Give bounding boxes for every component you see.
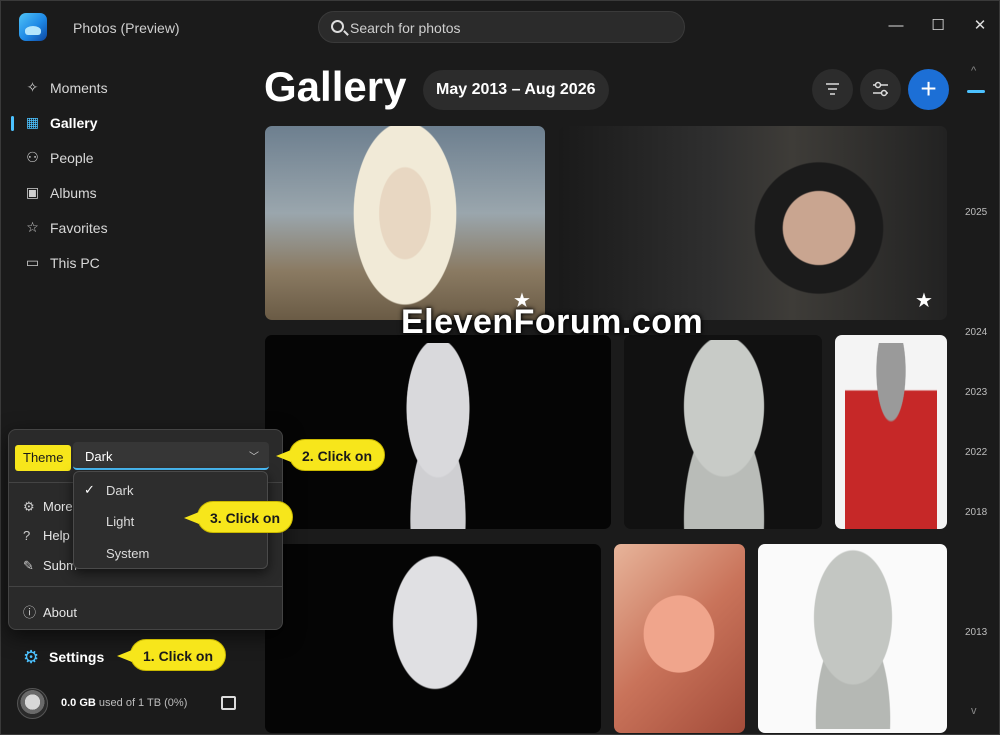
sidebar-item-favorites[interactable]: ☆ Favorites [15,213,215,243]
photo-subject [383,343,493,529]
menu-item-label: More [43,499,73,514]
timeline-year[interactable]: 2023 [965,387,987,398]
more-menu-item[interactable]: ⚙ More [23,499,73,515]
gear-icon: ⚙ [23,499,35,514]
info-icon: ⓘ [23,605,37,620]
search-box[interactable]: Search for photos [318,11,685,43]
photo-subject [365,549,505,733]
help-icon: ? [23,528,31,543]
timeline-year[interactable]: 2025 [965,207,987,218]
storage-used: 0.0 GB [61,697,96,709]
photos-app-icon [19,13,47,41]
sidebar-item-moments[interactable]: ✧ Moments [15,73,215,103]
photo-alien-bust-1[interactable] [624,335,822,529]
timeline-down-icon[interactable]: v [971,705,977,717]
sidebar-item-label: People [50,150,94,166]
about-menu-item[interactable]: ⓘ About [23,602,77,621]
timeline-position-marker[interactable] [967,90,985,93]
settings-label: Settings [49,649,105,665]
callout-step-3: 3. Click on [183,501,294,533]
settings-button[interactable]: ⚙ Settings [23,646,143,668]
timeline-year[interactable]: 2018 [965,507,987,518]
search-placeholder[interactable]: Search for photos [350,20,461,36]
help-menu-item[interactable]: ? Help [23,528,70,543]
photo-man-in-hat[interactable]: ★ [559,126,947,320]
sidebar-item-label: Moments [50,80,108,96]
sidebar-item-label: Favorites [50,220,108,236]
divider [9,586,282,587]
avatar[interactable] [17,688,48,719]
sidebar-item-label: Albums [50,185,97,201]
photo-alien-shush-1[interactable] [265,335,611,529]
sidebar-item-label: Gallery [50,115,98,131]
photo-blonde-woman[interactable]: ★ [265,126,545,320]
sliders-icon [873,81,888,97]
folder-icon: ▭ [25,254,40,270]
star-icon: ☆ [26,219,39,235]
storage-manage-icon[interactable] [221,696,236,710]
album-icon: ▣ [25,184,40,200]
photo-alien-bust-2[interactable] [758,544,947,733]
theme-option-dark[interactable]: Dark [106,483,133,498]
theme-option-system[interactable]: System [106,546,149,561]
theme-option-light[interactable]: Light [106,514,134,529]
sidebar-item-this-pc[interactable]: ▭ This PC [15,248,215,278]
menu-item-label: Help [43,528,70,543]
photo-subject [845,343,937,529]
app-title: Photos (Preview) [73,20,180,36]
adjust-button[interactable] [860,69,901,110]
photo-subject [788,549,918,729]
callout-step-2: 2. Click on [275,439,386,471]
sidebar-item-people[interactable]: ⚇ People [15,143,215,173]
sidebar-item-label: This PC [50,255,100,271]
photo-subject [654,340,794,529]
timeline-year[interactable]: 2022 [965,447,987,458]
theme-label: Theme [15,445,72,471]
storage-rest: used of 1 TB (0%) [98,697,188,709]
chevron-down-icon: ﹀ [249,452,259,463]
watermark-text: ElevenForum.com [401,303,704,341]
sidebar-item-albums[interactable]: ▣ Albums [15,178,215,208]
callout-step-1: 1. Click on [116,639,227,671]
theme-selected-value: Dark [85,449,113,464]
submit-feedback-menu-item[interactable]: ✎ Subm [23,558,77,574]
timeline-up-icon[interactable]: ^ [971,65,976,77]
maximize-button[interactable]: ☐ [923,11,953,41]
photo-alien-shush-2[interactable] [265,544,601,733]
date-range-button[interactable]: May 2013 – Aug 2026 [423,70,609,110]
photo-subject [624,574,734,694]
page-title: Gallery [264,63,407,110]
grid-icon: ▦ [25,114,40,130]
add-button[interactable]: + [908,69,949,110]
photo-subject [345,126,465,320]
gear-icon: ⚙ [23,647,40,667]
search-icon [331,20,344,33]
filter-button[interactable] [812,69,853,110]
photo-alien-santa[interactable] [835,335,947,529]
photo-subject [729,136,909,320]
checkmark-icon: ✓ [84,482,95,497]
sparkle-icon: ✧ [26,79,39,95]
minimize-button[interactable]: — [881,11,911,41]
theme-dropdown[interactable]: Dark ﹀ [73,442,269,470]
photo-alien-baby[interactable] [614,544,745,733]
people-icon: ⚇ [26,149,39,165]
close-button[interactable]: ✕ [965,11,995,41]
photos-window: Photos (Preview) Search for photos — ☐ ✕… [0,0,1000,735]
favorite-star-icon[interactable]: ★ [915,288,933,313]
menu-item-label: About [43,605,77,620]
menu-item-label: Subm [43,558,77,573]
timeline-year[interactable]: 2013 [965,627,987,638]
feedback-icon: ✎ [23,558,34,573]
filter-icon [826,83,839,95]
storage-status: 0.0 GB used of 1 TB (0%) [61,697,187,709]
sidebar-item-gallery[interactable]: ▦ Gallery [11,108,215,138]
timeline-year[interactable]: 2024 [965,327,987,338]
